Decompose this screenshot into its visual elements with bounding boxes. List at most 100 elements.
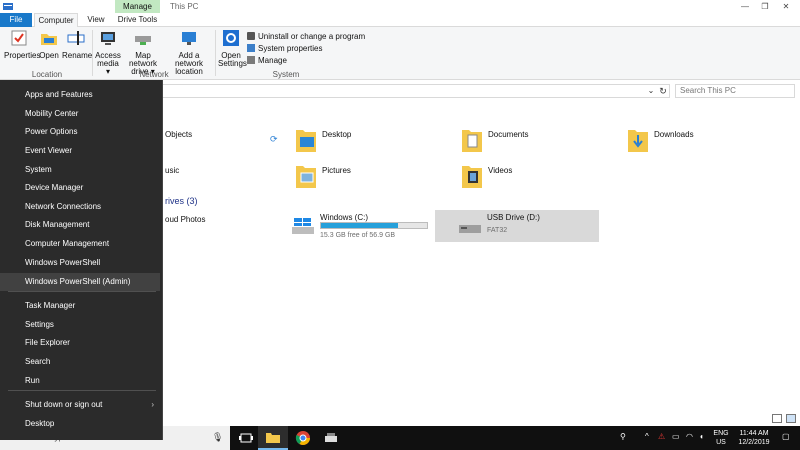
menu-item-device-manager[interactable]: Device Manager <box>0 179 160 197</box>
system-group-label: System <box>272 70 300 79</box>
tab-computer[interactable]: Computer <box>34 13 78 27</box>
folder-videos[interactable]: Videos <box>462 162 612 196</box>
menu-item-label: File Explorer <box>25 338 70 347</box>
winx-menu: Apps and Features Mobility Center Power Op… <box>0 80 163 440</box>
address-dropdown-icon[interactable]: ⌄ <box>646 85 656 97</box>
restore-icon[interactable]: ❐ <box>755 0 775 13</box>
folder-desktop[interactable]: Desktop <box>296 126 446 160</box>
taskbar-file-explorer[interactable] <box>258 426 288 450</box>
menu-item-windows-powershell-admin[interactable]: Windows PowerShell (Admin) <box>0 273 160 291</box>
open-button[interactable]: Open <box>38 29 60 60</box>
manage-context-tab[interactable]: Manage <box>115 0 160 13</box>
chevron-right-icon: › <box>151 400 154 409</box>
drive-cloud-photos[interactable]: oud Photos <box>165 212 285 244</box>
menu-item-label: Windows PowerShell <box>25 258 101 267</box>
address-bar[interactable] <box>160 84 670 98</box>
menu-separator <box>8 291 156 292</box>
menu-item-disk-management[interactable]: Disk Management <box>0 216 160 234</box>
drive-name: USB Drive (D:) <box>487 213 540 222</box>
menu-item-windows-powershell[interactable]: Windows PowerShell <box>0 254 160 272</box>
search-input[interactable]: Search This PC <box>675 84 795 98</box>
microphone-icon[interactable]: 🎙 <box>212 432 223 444</box>
volume-icon[interactable]: ◖ <box>699 432 704 450</box>
drive-usb-d[interactable]: USB Drive (D:) FAT32 <box>435 210 599 242</box>
rename-button[interactable]: Rename <box>62 29 92 60</box>
menu-item-apps-and-features[interactable]: Apps and Features <box>0 86 160 104</box>
usb-app-icon[interactable] <box>323 430 339 446</box>
menu-item-label: Network Connections <box>25 202 102 211</box>
people-icon[interactable]: ⚲ <box>620 432 626 450</box>
sync-icon: ⟳ <box>270 134 278 144</box>
close-icon[interactable]: ✕ <box>776 0 796 13</box>
network-warning-icon[interactable]: ⚠ <box>658 432 665 450</box>
map-drive-label-1: Map network <box>128 51 157 68</box>
folder-name: Pictures <box>322 166 351 175</box>
menu-item-power-options[interactable]: Power Options <box>0 123 160 141</box>
open-settings-button[interactable]: Open Settings <box>218 29 247 68</box>
menu-item-event-viewer[interactable]: Event Viewer <box>0 142 160 160</box>
menu-item-system[interactable]: System <box>0 161 160 179</box>
folder-pictures[interactable]: Pictures <box>296 162 446 196</box>
menu-item-run[interactable]: Run <box>0 372 160 390</box>
add-network-location-button[interactable]: Add a network location <box>165 29 213 76</box>
show-hidden-icons-icon[interactable]: ^ <box>645 432 649 450</box>
battery-icon[interactable]: ▭ <box>672 432 680 450</box>
system-properties-label: System properties <box>258 44 323 53</box>
menu-item-label: Power Options <box>25 127 78 136</box>
pictures-folder-icon <box>296 166 316 188</box>
system-properties-button[interactable]: System properties <box>247 43 322 54</box>
large-icons-view-icon[interactable] <box>786 414 796 423</box>
language-code: ENG <box>713 430 729 437</box>
title-bar: Manage This PC — ❐ ✕ <box>0 0 800 13</box>
access-media-icon <box>101 32 115 45</box>
folder-documents[interactable]: Documents <box>462 126 612 160</box>
menu-item-mobility-center[interactable]: Mobility Center <box>0 105 160 123</box>
system-properties-icon <box>247 44 255 52</box>
explorer-icon <box>3 3 13 10</box>
clock[interactable]: 11:44 AM 12/2/2019 <box>733 429 775 447</box>
menu-item-label: Search <box>25 357 51 366</box>
wifi-icon[interactable]: ◠ <box>686 432 693 450</box>
menu-item-label: Task Manager <box>25 301 76 310</box>
folder-name: Desktop <box>322 130 352 139</box>
language-indicator[interactable]: ENG US <box>712 429 730 447</box>
menu-item-desktop[interactable]: Desktop <box>0 415 160 433</box>
menu-item-search[interactable]: Search <box>0 353 160 371</box>
folder-music[interactable]: usic <box>165 162 315 196</box>
properties-button[interactable]: Properties <box>4 29 40 60</box>
uninstall-program-button[interactable]: Uninstall or change a program <box>247 31 365 42</box>
tab-view[interactable]: View <box>84 13 108 27</box>
menu-item-task-manager[interactable]: Task Manager <box>0 297 160 315</box>
menu-item-label: Event Viewer <box>25 146 72 155</box>
network-location-icon <box>182 32 196 45</box>
drive-windows-c[interactable]: Windows (C:) 15.3 GB free of 56.9 GB <box>288 210 432 242</box>
tab-drive-tools[interactable]: Drive Tools <box>115 13 160 27</box>
folder-downloads[interactable]: Downloads <box>628 126 778 160</box>
access-media-button[interactable]: Access media ▾ <box>95 29 121 76</box>
menu-item-label: Mobility Center <box>25 109 79 118</box>
manage-icon <box>247 56 255 64</box>
task-view-icon[interactable] <box>238 430 254 446</box>
menu-item-label: Computer Management <box>25 239 110 248</box>
drives-section-heading[interactable]: rives (3) <box>165 196 198 206</box>
tab-file[interactable]: File <box>0 13 32 27</box>
menu-separator <box>8 390 156 391</box>
menu-item-settings[interactable]: Settings <box>0 316 160 334</box>
menu-item-shut-down-or-sign-out[interactable]: Shut down or sign out › <box>0 396 160 414</box>
notifications-icon[interactable]: ▢ <box>782 432 790 450</box>
menu-item-computer-management[interactable]: Computer Management <box>0 235 160 253</box>
refresh-icon[interactable]: ↻ <box>657 85 669 97</box>
chrome-icon[interactable] <box>295 430 311 446</box>
folder-name: Objects <box>165 130 193 139</box>
uninstall-icon <box>247 32 255 40</box>
location-group-label: Location <box>31 70 63 79</box>
menu-item-file-explorer[interactable]: File Explorer <box>0 334 160 352</box>
folder-3d-objects[interactable]: Objects <box>165 126 315 160</box>
ribbon-divider <box>92 30 93 76</box>
menu-item-network-connections[interactable]: Network Connections <box>0 198 160 216</box>
manage-button[interactable]: Manage <box>247 55 287 66</box>
map-network-drive-button[interactable]: Map network drive ▾ <box>122 29 164 76</box>
minimize-icon[interactable]: — <box>735 0 755 13</box>
folder-name: Downloads <box>654 130 694 139</box>
details-view-icon[interactable] <box>772 414 782 423</box>
